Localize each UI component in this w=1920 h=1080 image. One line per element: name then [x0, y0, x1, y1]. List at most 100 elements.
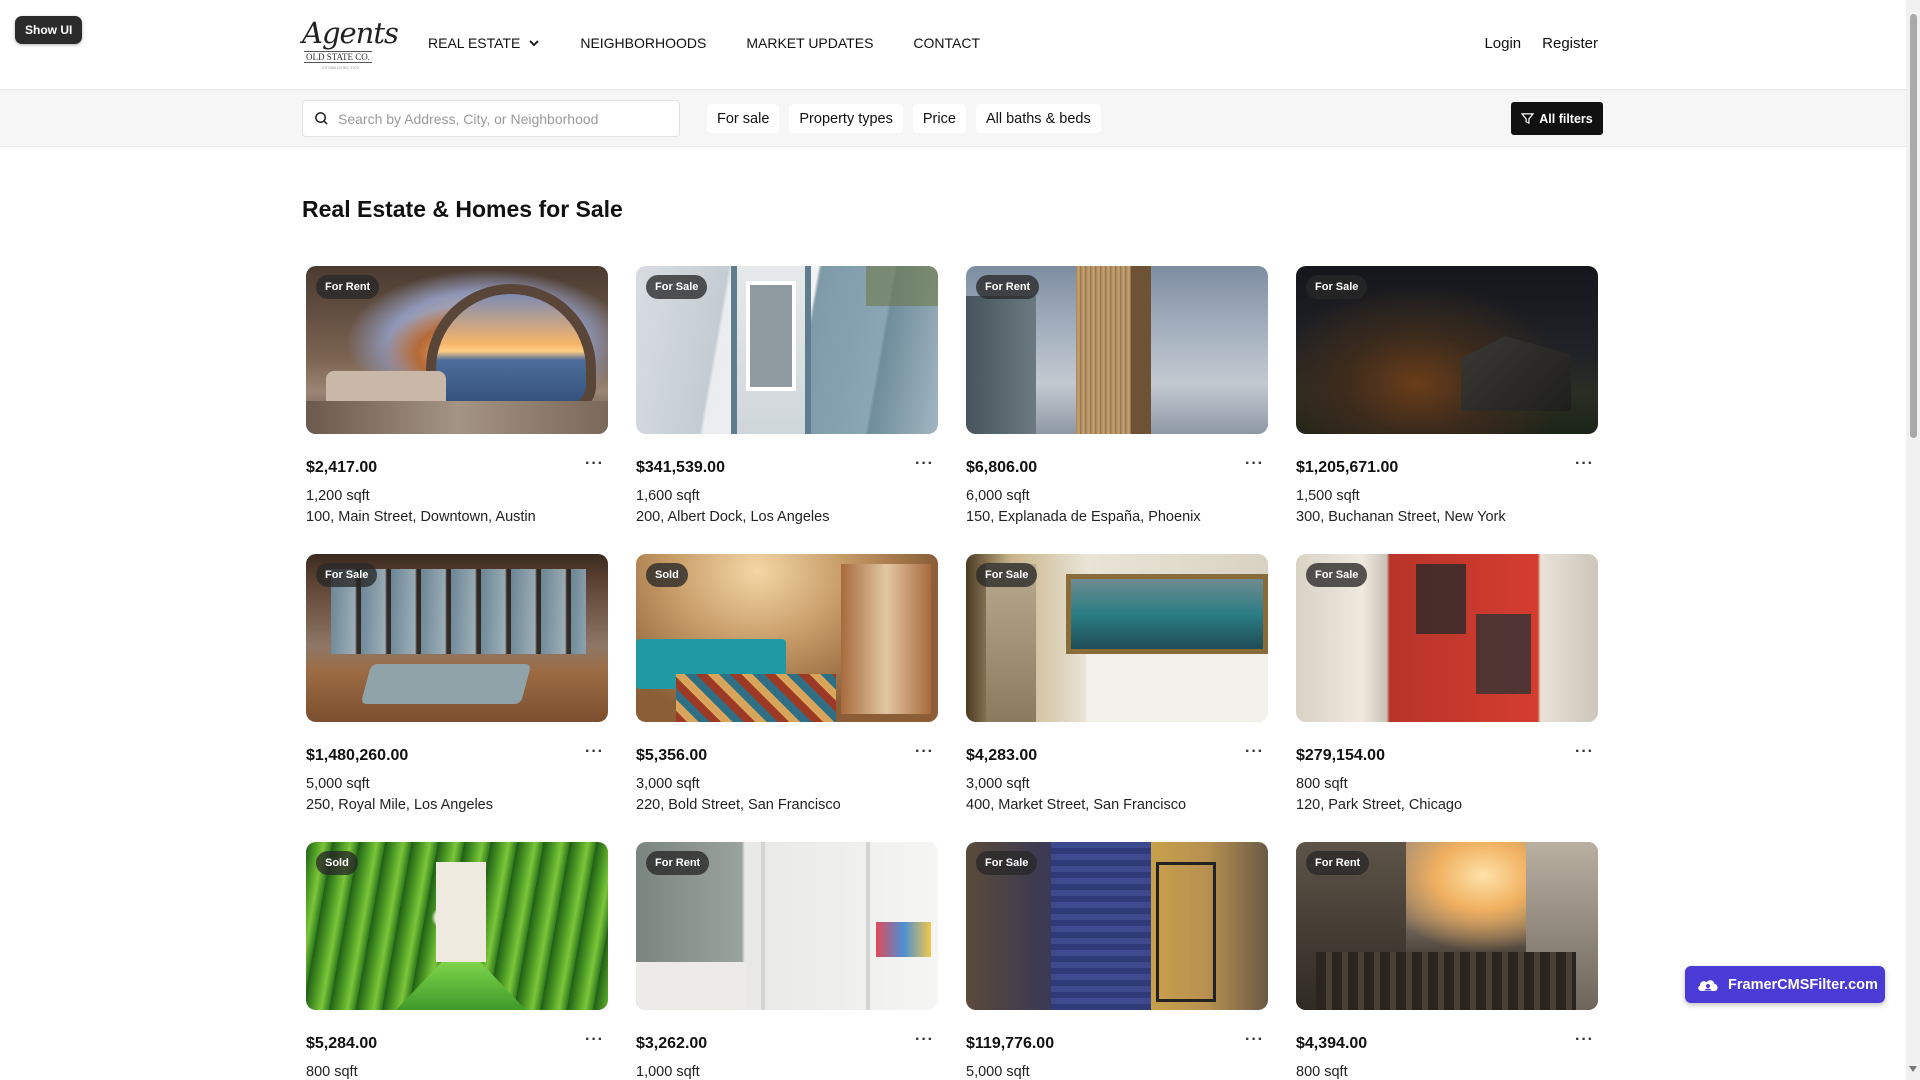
search-input[interactable] [338, 110, 668, 127]
listing-image[interactable]: For Sale [1296, 554, 1598, 722]
chip-price[interactable]: Price [912, 104, 966, 133]
listing-price: $1,205,671.00 [1296, 459, 1399, 476]
more-options-icon[interactable]: ··· [585, 1032, 604, 1048]
scrollbar-thumb[interactable] [1910, 14, 1917, 438]
listing-card[interactable]: For Rent $2,417.00 ··· 1,200 sqft 100, M… [306, 266, 608, 534]
nav-contact[interactable]: CONTACT [913, 35, 980, 51]
listing-sqft: 1,200 sqft [306, 488, 370, 504]
listing-sqft: 1,500 sqft [1296, 488, 1360, 504]
all-filters-label: All filters [1539, 111, 1593, 126]
listing-address: 150, Explanada de España, Phoenix [966, 509, 1201, 525]
listing-sqft: 800 sqft [1296, 776, 1348, 792]
listing-price: $3,262.00 [636, 1035, 708, 1052]
listing-image[interactable]: Sold [306, 842, 608, 1010]
listing-sqft: 800 sqft [1296, 1064, 1348, 1080]
listing-card[interactable]: For Rent $3,262.00 ··· 1,000 sqft [636, 842, 938, 1080]
listing-address: 300, Buchanan Street, New York [1296, 509, 1506, 525]
nav-real-estate[interactable]: REAL ESTATE [428, 35, 540, 51]
all-filters-button[interactable]: All filters [1511, 102, 1603, 135]
listing-price: $2,417.00 [306, 459, 378, 476]
login-link[interactable]: Login [1484, 35, 1521, 52]
chip-baths-beds[interactable]: All baths & beds [975, 104, 1101, 133]
more-options-icon[interactable]: ··· [1245, 456, 1264, 472]
listing-price: $5,284.00 [306, 1035, 378, 1052]
listing-image[interactable]: For Sale [1296, 266, 1598, 434]
listing-status-badge: For Sale [1306, 563, 1368, 587]
listing-image[interactable]: Sold [636, 554, 938, 722]
listing-sqft: 3,000 sqft [966, 776, 1030, 792]
listing-card[interactable]: For Sale $1,205,671.00 ··· 1,500 sqft 30… [1296, 266, 1598, 534]
listing-sqft: 5,000 sqft [966, 1064, 1030, 1080]
more-options-icon[interactable]: ··· [915, 744, 934, 760]
listing-image[interactable]: For Rent [306, 266, 608, 434]
filter-icon [1521, 113, 1535, 125]
logo-subtitle: OLD STATE CO. [304, 51, 373, 63]
listings-grid: For Rent $2,417.00 ··· 1,200 sqft 100, M… [306, 266, 1598, 1080]
more-options-icon[interactable]: ··· [915, 1032, 934, 1048]
more-options-icon[interactable]: ··· [1245, 1032, 1264, 1048]
listing-status-badge: For Rent [316, 275, 380, 299]
listing-status-badge: Sold [316, 851, 358, 875]
more-options-icon[interactable]: ··· [1575, 744, 1594, 760]
listing-status-badge: For Sale [646, 275, 708, 299]
listing-card[interactable]: Sold $5,356.00 ··· 3,000 sqft 220, Bold … [636, 554, 938, 822]
more-options-icon[interactable]: ··· [915, 456, 934, 472]
listing-status-badge: Sold [646, 563, 688, 587]
listing-status-badge: For Sale [1306, 275, 1368, 299]
listing-sqft: 5,000 sqft [306, 776, 370, 792]
more-options-icon[interactable]: ··· [585, 744, 604, 760]
listing-address: 200, Albert Dock, Los Angeles [636, 509, 830, 525]
listing-status-badge: For Rent [1306, 851, 1370, 875]
framer-cms-filter-badge[interactable]: FramerCMSFilter.com [1685, 966, 1885, 1003]
scroll-down-arrow-icon[interactable] [1909, 1066, 1917, 1072]
listing-image[interactable]: For Rent [966, 266, 1268, 434]
chip-property-types[interactable]: Property types [789, 104, 903, 133]
listing-image[interactable]: For Sale [966, 554, 1268, 722]
nav-label: MARKET UPDATES [746, 35, 874, 51]
site-logo[interactable]: Agents OLD STATE CO. ESTABLISHED 1972 [302, 19, 399, 75]
listing-card[interactable]: For Sale $279,154.00 ··· 800 sqft 120, P… [1296, 554, 1598, 822]
listing-card[interactable]: For Sale $341,539.00 ··· 1,600 sqft 200,… [636, 266, 938, 534]
listing-price: $279,154.00 [1296, 747, 1385, 764]
listing-price: $4,283.00 [966, 747, 1038, 764]
listing-sqft: 3,000 sqft [636, 776, 700, 792]
search-box[interactable] [302, 100, 680, 137]
more-options-icon[interactable]: ··· [1575, 1032, 1594, 1048]
more-options-icon[interactable]: ··· [1245, 744, 1264, 760]
top-navigation: Agents OLD STATE CO. ESTABLISHED 1972 RE… [0, 1, 1906, 90]
listing-status-badge: For Sale [976, 563, 1038, 587]
chip-for-sale[interactable]: For sale [707, 104, 780, 133]
nav-market-updates[interactable]: MARKET UPDATES [746, 35, 873, 51]
listing-card[interactable]: For Sale $119,776.00 ··· 5,000 sqft [966, 842, 1268, 1080]
listing-status-badge: For Sale [316, 563, 378, 587]
more-options-icon[interactable]: ··· [585, 456, 604, 472]
listing-card[interactable]: For Sale $4,283.00 ··· 3,000 sqft 400, M… [966, 554, 1268, 822]
listing-card[interactable]: For Rent $4,394.00 ··· 800 sqft [1296, 842, 1598, 1080]
listing-address: 250, Royal Mile, Los Angeles [306, 797, 493, 813]
listing-card[interactable]: For Rent $6,806.00 ··· 6,000 sqft 150, E… [966, 266, 1268, 534]
vertical-scrollbar[interactable] [1906, 0, 1920, 1080]
search-icon [315, 112, 328, 125]
cloud-users-icon [1698, 979, 1718, 991]
page-title: Real Estate & Homes for Sale [302, 196, 623, 222]
listing-address: 120, Park Street, Chicago [1296, 797, 1463, 813]
listing-image[interactable]: For Rent [1296, 842, 1598, 1010]
nav-label: CONTACT [913, 35, 981, 51]
listing-price: $1,480,260.00 [306, 747, 409, 764]
listing-image[interactable]: For Sale [306, 554, 608, 722]
listing-status-badge: For Sale [976, 851, 1038, 875]
register-link[interactable]: Register [1542, 35, 1598, 52]
listing-card[interactable]: Sold $5,284.00 ··· 800 sqft [306, 842, 608, 1080]
show-ui-button[interactable]: Show UI [15, 16, 83, 44]
nav-neighborhoods[interactable]: NEIGHBORHOODS [580, 35, 706, 51]
listing-card[interactable]: For Sale $1,480,260.00 ··· 5,000 sqft 25… [306, 554, 608, 822]
listing-address: 400, Market Street, San Francisco [966, 797, 1187, 813]
listing-image[interactable]: For Sale [966, 842, 1268, 1010]
listing-price: $4,394.00 [1296, 1035, 1368, 1052]
listing-price: $341,539.00 [636, 459, 725, 476]
listing-image[interactable]: For Sale [636, 266, 938, 434]
more-options-icon[interactable]: ··· [1575, 456, 1594, 472]
logo-tagline: ESTABLISHED 1972 [322, 65, 360, 70]
listing-image[interactable]: For Rent [636, 842, 938, 1010]
listing-sqft: 1,600 sqft [636, 488, 700, 504]
